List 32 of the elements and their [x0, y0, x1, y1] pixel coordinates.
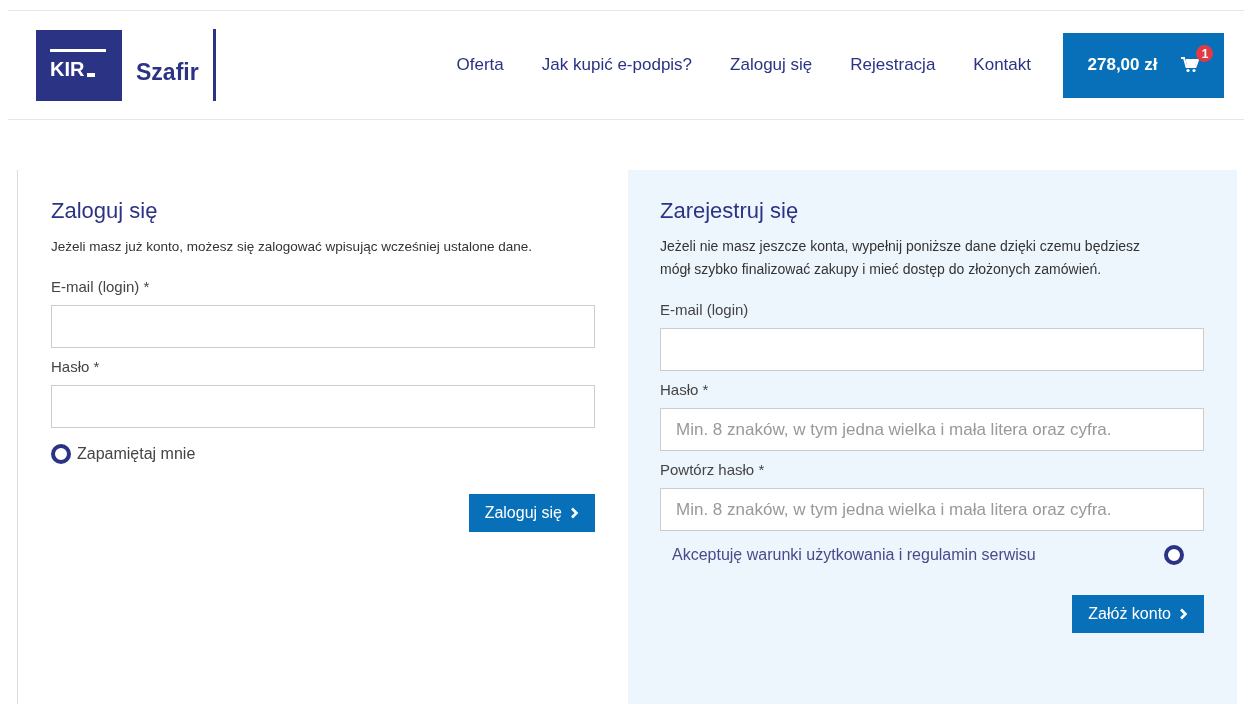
section-title: Zarejestruj się	[660, 198, 800, 224]
intro-text: Jeżeli nie masz jeszcze konta, wypełnij poniższe dane dzięki czemu będziesz mógł szybko finalizować zakupy i mieć dostęp do złożonych zamówień.	[660, 237, 1142, 279]
cart-button[interactable]: 278,00 zł 1	[1063, 32, 1224, 98]
logo-mark: KIR	[36, 29, 122, 101]
cart-icon	[1181, 57, 1200, 73]
nav-link[interactable]: Zaloguj się	[730, 55, 813, 75]
input-field[interactable]	[660, 328, 1204, 371]
chevron-right-icon	[1179, 608, 1188, 620]
input-field[interactable]: Min. 8 znaków, w tym jedna wielka i mała litera oraz cyfra.	[660, 488, 1204, 531]
remember-checkbox[interactable]	[51, 444, 71, 464]
field-label: E-mail (login)	[660, 301, 750, 318]
nav-link[interactable]: Kontakt	[973, 55, 1031, 75]
login-button[interactable]: Zaloguj się	[468, 494, 595, 532]
checkbox-label: Zapamiętaj mnie	[77, 445, 196, 463]
field-label: Hasło *	[51, 358, 101, 375]
nav-link[interactable]: Oferta	[456, 55, 504, 75]
chevron-right-icon	[570, 507, 579, 519]
input-field[interactable]: Min. 8 znaków, w tym jedna wielka i mała litera oraz cyfra.	[660, 408, 1204, 451]
terms-checkbox[interactable]	[1164, 545, 1184, 565]
section-title: Zaloguj się	[51, 198, 159, 224]
checkbox-label: Akceptuję warunki użytkowania i regulamin serwisu	[672, 546, 1036, 564]
nav-link[interactable]: Jak kupić e-podpis?	[541, 55, 693, 75]
field-label: Hasło *	[660, 381, 710, 398]
intro-text: Jeżeli masz już konto, możesz się zalogować wpisując wcześniej ustalone dane.	[51, 238, 533, 256]
input-field[interactable]	[51, 305, 595, 348]
cart-count-badge: 1	[1196, 45, 1214, 62]
nav-link[interactable]: Rejestracja	[850, 55, 936, 75]
field-label: Powtórz hasło *	[660, 461, 766, 478]
logo-name: Szafir	[136, 58, 199, 86]
field-label: E-mail (login) *	[51, 278, 151, 295]
input-field[interactable]	[51, 385, 595, 428]
register-button[interactable]: Załóż konto	[1072, 595, 1204, 633]
